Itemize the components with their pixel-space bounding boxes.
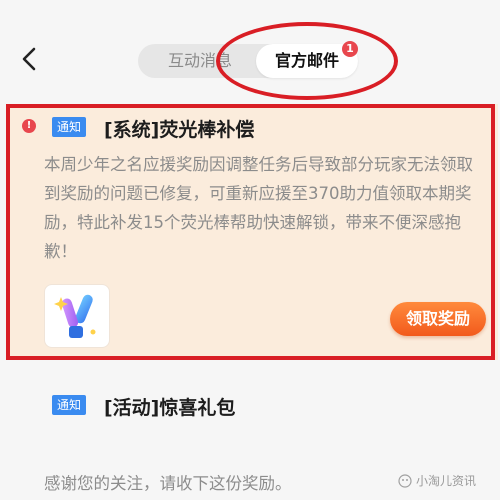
back-button[interactable] xyxy=(14,44,44,74)
watermark-text: 小淘儿资讯 xyxy=(416,474,477,488)
wechat-logo-icon xyxy=(398,473,412,488)
watermark: 小淘儿资讯 xyxy=(398,472,476,489)
annotation-ellipse xyxy=(216,22,398,100)
annotation-rectangle xyxy=(6,104,495,360)
notice-tag: 通知 xyxy=(52,395,86,415)
mail-body: 感谢您的关注，请收下这份奖励。 xyxy=(44,474,292,493)
mail-title: [活动]惊喜礼包 xyxy=(104,397,236,419)
chevron-left-icon xyxy=(22,47,36,71)
